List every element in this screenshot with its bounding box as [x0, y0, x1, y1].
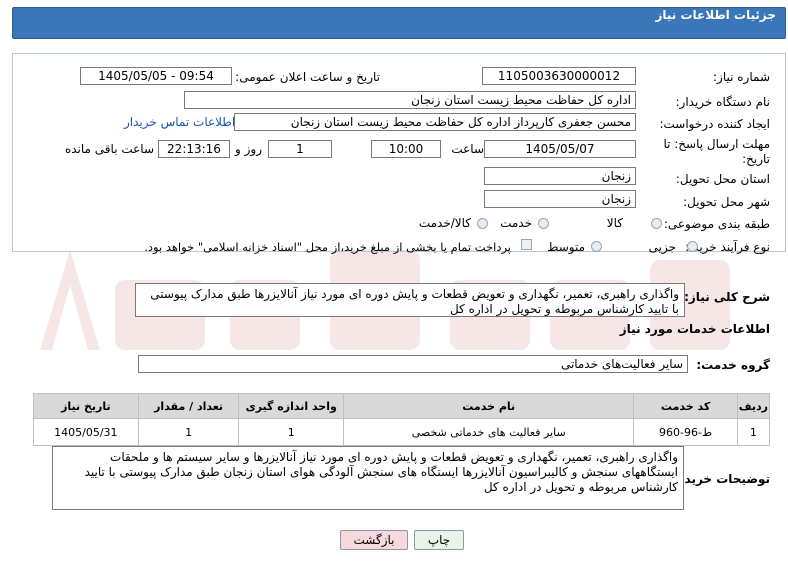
need-number-label: شماره نیاز:: [713, 70, 770, 84]
table-header-row: ردیف کد خدمت نام خدمت واحد اندازه گیری ت…: [33, 393, 771, 419]
summary-label: شرح کلی نیاز:: [684, 290, 770, 304]
column-header-service-code: کد خدمت: [633, 393, 738, 419]
column-header-row-number: ردیف: [736, 393, 771, 419]
column-header-need-date: تاریخ نیاز: [33, 393, 139, 419]
province-field[interactable]: زنجان: [484, 167, 636, 185]
column-header-unit: واحد اندازه گیری: [238, 393, 345, 419]
print-button[interactable]: چاپ: [414, 530, 464, 550]
category-option-goods: کالا: [606, 216, 623, 230]
remaining-label: ساعت باقی مانده: [64, 142, 154, 156]
back-button[interactable]: بازگشت: [340, 530, 408, 550]
announce-field[interactable]: 1405/05/05 - 09:54: [80, 67, 232, 85]
deadline-date-label: تاریخ:: [742, 152, 770, 166]
deadline-time-field[interactable]: 10:00: [371, 140, 441, 158]
cell-row-number: 1: [736, 418, 771, 446]
page-title: جزئیات اطلاعات نیاز: [655, 8, 776, 22]
treasury-checkbox[interactable]: [521, 239, 532, 250]
days-label: روز و: [235, 142, 262, 156]
service-group-field[interactable]: سایر فعالیت‌های خدماتی: [138, 355, 688, 373]
requester-label: ایجاد کننده درخواست:: [659, 117, 770, 131]
deadline-label: مهلت ارسال پاسخ: تا: [663, 137, 770, 151]
cell-service-code: ط-96-960: [633, 418, 738, 446]
process-radio-medium[interactable]: [591, 241, 602, 252]
services-section-title: اطلاعات خدمات مورد نیاز: [619, 322, 770, 336]
province-label: استان محل تحویل:: [675, 172, 770, 186]
need-number-field[interactable]: 1105003630000012: [482, 67, 636, 85]
buyer-org-label: نام دستگاه خریدار:: [675, 95, 771, 109]
remaining-time-field[interactable]: 22:13:16: [158, 140, 230, 158]
buyer-notes-textarea[interactable]: واگذاری راهبری، تعمیر، نگهداری و تعویض ق…: [52, 446, 684, 510]
service-group-label: گروه خدمت:: [696, 358, 770, 372]
deadline-date-field[interactable]: 1405/05/07: [484, 140, 636, 158]
column-header-service-name: نام خدمت: [343, 393, 635, 419]
process-option-medium: متوسط: [547, 240, 585, 254]
buyer-org-field[interactable]: اداره کل حفاظت محیط زیست استان زنجان: [184, 91, 636, 109]
column-header-quantity: تعداد / مقدار: [137, 393, 240, 419]
category-radio-service[interactable]: [538, 218, 549, 229]
payment-note: پرداخت تمام یا بخشی از مبلغ خرید،از محل …: [144, 240, 511, 254]
cell-service-name: سایر فعالیت های خدماتی شخصی: [343, 418, 635, 446]
services-table: ردیف کد خدمت نام خدمت واحد اندازه گیری ت…: [33, 393, 771, 446]
announce-label: تاریخ و ساعت اعلان عمومی:: [235, 70, 380, 84]
category-option-service: خدمت: [500, 216, 532, 230]
buyer-contact-link[interactable]: اطلاعات تماس خریدار: [124, 115, 235, 129]
process-radio-minor[interactable]: [687, 241, 698, 252]
category-label: طبقه بندی موضوعی:: [663, 217, 770, 231]
summary-textarea[interactable]: واگذاری راهبری، تعمیر، نگهداری و تعویض ق…: [135, 283, 685, 317]
cell-unit: 1: [238, 418, 345, 446]
city-field[interactable]: زنجان: [484, 190, 636, 208]
category-radio-goods-service[interactable]: [477, 218, 488, 229]
cell-need-date: 1405/05/31: [33, 418, 139, 446]
table-row[interactable]: 1 ط-96-960 سایر فعالیت های خدماتی شخصی 1…: [33, 418, 771, 446]
category-option-goods-service: کالا/خدمت: [418, 216, 471, 230]
category-radio-goods[interactable]: [651, 218, 662, 229]
city-label: شهر محل تحویل:: [683, 195, 770, 209]
requester-field[interactable]: محسن جعفری کارپرداز اداره کل حفاظت محیط …: [234, 113, 636, 131]
cell-quantity: 1: [137, 418, 240, 446]
deadline-time-label: ساعت: [451, 142, 484, 156]
days-field[interactable]: 1: [268, 140, 332, 158]
process-option-minor: جزیی: [648, 240, 676, 254]
